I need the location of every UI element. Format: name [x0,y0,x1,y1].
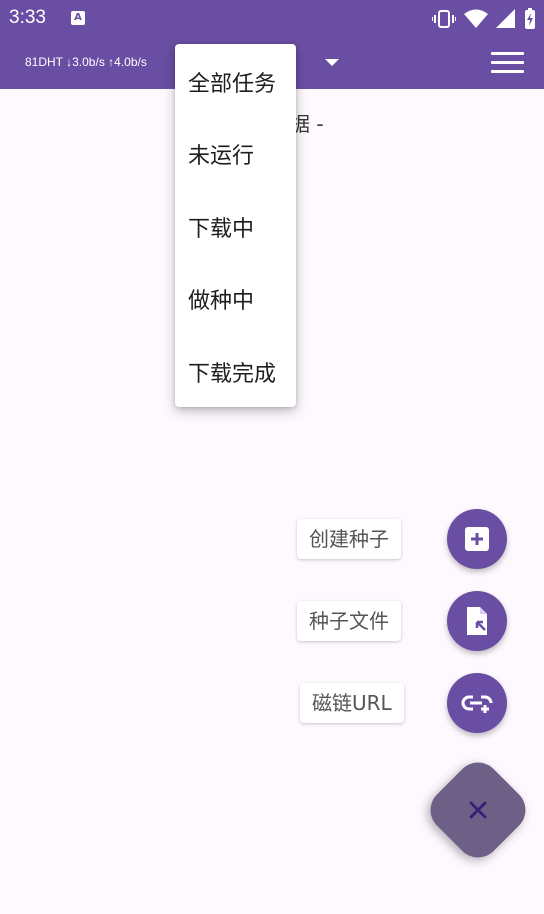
dropdown-arrow-icon[interactable] [325,59,339,66]
torrent-file-label[interactable]: 种子文件 [297,601,401,641]
menu-item-completed[interactable]: 下载完成 [188,356,276,388]
close-icon[interactable] [458,790,498,830]
magnet-url-button[interactable] [447,673,507,733]
signal-icon [496,9,515,28]
menu-item-stopped[interactable]: 未运行 [188,138,254,170]
add-link-icon [461,695,493,713]
notification-app-icon: A [71,11,85,25]
filter-menu: 全部任务 未运行 下载中 做种中 下载完成 [175,44,296,407]
hamburger-menu-icon[interactable] [491,52,524,74]
menu-item-seeding[interactable]: 做种中 [188,283,254,315]
create-torrent-button[interactable] [447,509,507,569]
vibrate-icon [432,10,456,28]
create-torrent-label[interactable]: 创建种子 [297,519,401,559]
file-open-icon [467,607,487,635]
speed-status: 81DHT ↓3.0b/s ↑4.0b/s [25,55,147,69]
battery-charging-icon [525,8,535,29]
status-bar: 3:33 A [0,0,544,36]
menu-item-all[interactable]: 全部任务 [188,66,276,98]
status-time: 3:33 [9,7,46,28]
menu-item-downloading[interactable]: 下载中 [188,211,254,243]
torrent-file-button[interactable] [447,591,507,651]
wifi-icon [464,9,488,28]
add-box-icon [465,527,489,551]
magnet-url-label[interactable]: 磁链URL [300,683,404,723]
